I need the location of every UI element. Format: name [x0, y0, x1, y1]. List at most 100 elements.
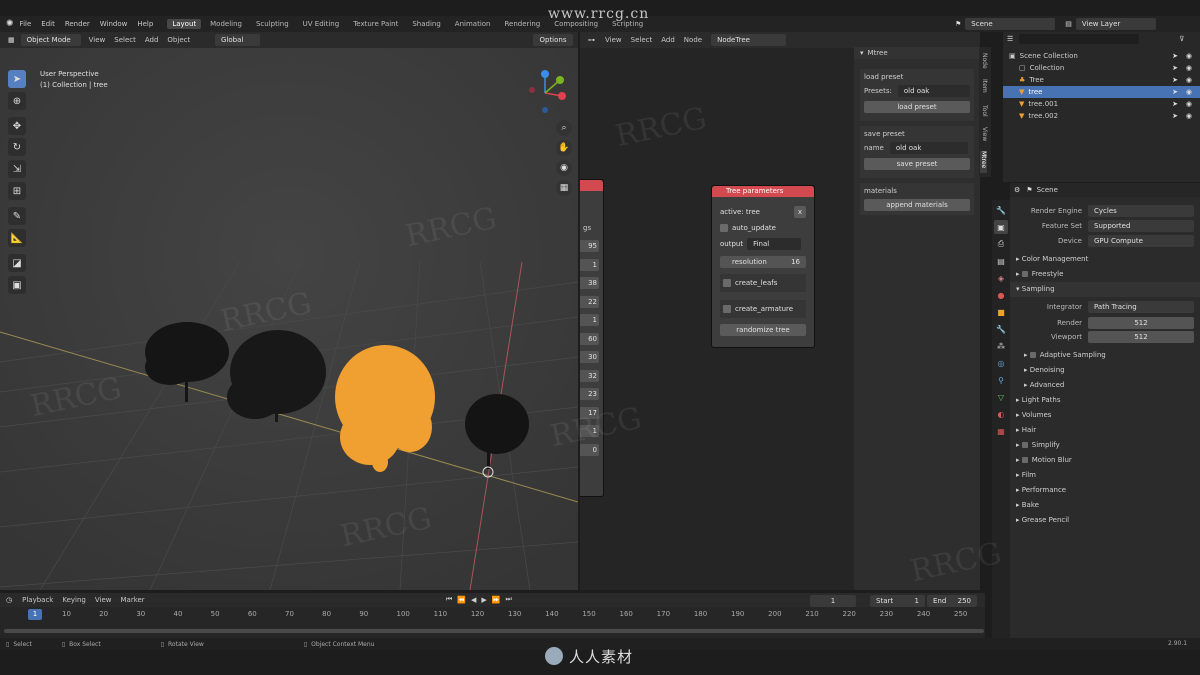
- auto-update-checkbox[interactable]: [720, 224, 728, 232]
- left-partial-node[interactable]: gs 95 1 38 22 1 60 30 32 23 17 1 0: [580, 179, 604, 497]
- preset-name-field[interactable]: old oak: [889, 142, 968, 154]
- properties-editor[interactable]: ⚙ ⚑ Scene Render Engine Cycles Feature S…: [1010, 183, 1200, 638]
- zoom-icon[interactable]: ⌕: [556, 120, 572, 136]
- panel-checkbox[interactable]: [1021, 442, 1028, 448]
- next-key-icon[interactable]: ⏩: [492, 596, 501, 604]
- selectable-arrow-icon[interactable]: ➤: [1172, 50, 1178, 62]
- particles-tab-icon[interactable]: ⁂: [994, 339, 1008, 353]
- left-node-value-field[interactable]: 23: [580, 388, 599, 400]
- tab-animation[interactable]: Animation: [450, 19, 496, 29]
- outliner-row[interactable]: ▣ Scene Collection ◉ ➤: [1003, 50, 1200, 62]
- outliner-search-input[interactable]: [1019, 34, 1140, 44]
- subpanel-denoising[interactable]: ▸ Denoising: [1010, 363, 1200, 378]
- view-layer-selector[interactable]: View Layer: [1075, 18, 1156, 30]
- node-menu-add[interactable]: Add: [661, 36, 675, 44]
- left-node-value-field[interactable]: 38: [580, 277, 599, 289]
- left-node-value-field[interactable]: 1: [580, 314, 599, 326]
- camera-icon[interactable]: ◉: [556, 160, 572, 176]
- timeline-scrollbar[interactable]: [4, 629, 984, 633]
- measure-tool-icon[interactable]: 📐: [8, 229, 26, 247]
- timeline-type-icon[interactable]: ◷: [6, 596, 12, 604]
- object-tab-icon[interactable]: ■: [994, 305, 1008, 319]
- view-layer-icon[interactable]: ▤: [1065, 20, 1072, 28]
- mode-selector[interactable]: Object Mode: [20, 34, 81, 46]
- transform-tool-icon[interactable]: ⊞: [8, 182, 26, 200]
- node-tree-name-field[interactable]: NodeTree: [711, 34, 787, 46]
- panel-color-management[interactable]: ▸ Color Management: [1010, 252, 1200, 267]
- jump-end-icon[interactable]: ⏭: [506, 595, 512, 604]
- viewport-menu-view[interactable]: View: [89, 36, 106, 44]
- outliner-row[interactable]: ♣ Tree ◉ ➤: [1003, 74, 1200, 86]
- texture-tab-icon[interactable]: ▦: [994, 424, 1008, 438]
- side-tab-tool[interactable]: Tool: [981, 105, 988, 121]
- visibility-eye-icon[interactable]: ◉: [1186, 50, 1192, 62]
- selectable-arrow-icon[interactable]: ➤: [1172, 62, 1178, 74]
- subpanel-advanced[interactable]: ▸ Advanced: [1010, 378, 1200, 393]
- play-reverse-icon[interactable]: ◀: [471, 596, 476, 604]
- add-object-tool-icon[interactable]: ▣: [8, 276, 26, 294]
- output-dropdown[interactable]: Final: [747, 238, 802, 250]
- panel-grease-pencil[interactable]: ▸ Grease Pencil: [1010, 513, 1200, 528]
- save-preset-button[interactable]: save preset: [864, 158, 970, 170]
- viewport-menu-select[interactable]: Select: [114, 36, 136, 44]
- left-node-value-field[interactable]: 60: [580, 332, 599, 345]
- create-armature-checkbox[interactable]: [723, 305, 731, 313]
- tree-parameters-node[interactable]: Tree parameters active: tree x auto_upda…: [711, 185, 815, 348]
- tab-modeling[interactable]: Modeling: [205, 19, 247, 29]
- subpanel-adaptive-sampling[interactable]: ▸ Adaptive Sampling: [1010, 348, 1200, 363]
- tab-shading[interactable]: Shading: [407, 19, 445, 29]
- left-node-value-field[interactable]: 30: [580, 351, 599, 363]
- node-menu-select[interactable]: Select: [631, 36, 653, 44]
- select-tool-icon[interactable]: ➤: [8, 70, 26, 88]
- play-icon[interactable]: ▶: [481, 596, 486, 604]
- outliner[interactable]: ☰ ⊽ ▣ Scene Collection ◉ ➤ ▢ Collection ◉ ➤ ♣ Tre…: [1003, 32, 1200, 182]
- view-layer-tab-icon[interactable]: ▤: [994, 254, 1008, 268]
- load-preset-button[interactable]: load preset: [864, 101, 970, 113]
- jump-start-icon[interactable]: ⏮: [446, 595, 452, 604]
- adaptive-sampling-checkbox[interactable]: [1029, 352, 1036, 358]
- visibility-eye-icon[interactable]: ◉: [1186, 86, 1192, 98]
- menu-render[interactable]: Render: [65, 20, 90, 28]
- material-tab-icon[interactable]: ◐: [994, 407, 1008, 421]
- panel-light-paths[interactable]: ▸ Light Paths: [1010, 393, 1200, 408]
- navigation-gizmo[interactable]: [520, 68, 570, 118]
- blender-logo-icon[interactable]: ✺: [6, 19, 14, 29]
- rotate-tool-icon[interactable]: ↻: [8, 138, 26, 156]
- tab-uv-editing[interactable]: UV Editing: [298, 19, 345, 29]
- selectable-arrow-icon[interactable]: ➤: [1172, 98, 1178, 110]
- visibility-eye-icon[interactable]: ◉: [1186, 98, 1192, 110]
- current-frame-field[interactable]: 1: [810, 595, 856, 607]
- visibility-eye-icon[interactable]: ◉: [1186, 110, 1192, 122]
- scene-tab-icon[interactable]: ◈: [994, 271, 1008, 285]
- viewport-samples-field[interactable]: 512: [1088, 331, 1194, 343]
- scene-icon[interactable]: ⚑: [955, 20, 961, 28]
- outliner-row[interactable]: ▼ tree.001 ◉ ➤: [1003, 98, 1200, 110]
- freestyle-checkbox[interactable]: [1021, 271, 1028, 277]
- node-menu-node[interactable]: Node: [684, 36, 702, 44]
- start-frame-field[interactable]: Start 1: [870, 595, 925, 607]
- panel-performance[interactable]: ▸ Performance: [1010, 483, 1200, 498]
- constraints-tab-icon[interactable]: ⚲: [994, 373, 1008, 387]
- node-menu-view[interactable]: View: [605, 36, 622, 44]
- menu-window[interactable]: Window: [100, 20, 128, 28]
- visibility-eye-icon[interactable]: ◉: [1186, 74, 1192, 86]
- timeline[interactable]: ◷ Playback Keying View Marker ⏮ ⏪ ◀ ▶ ⏩ …: [0, 593, 985, 638]
- tab-layout[interactable]: Layout: [167, 19, 202, 29]
- panel-film[interactable]: ▸ Film: [1010, 468, 1200, 483]
- transform-orientation[interactable]: Global: [215, 34, 260, 46]
- side-tab-mtree[interactable]: Mtree: [980, 151, 987, 173]
- integrator-dropdown[interactable]: Path Tracing: [1088, 300, 1194, 313]
- mtree-panel-header[interactable]: ▾ Mtree: [854, 47, 980, 59]
- tree-node-title[interactable]: Tree parameters: [712, 186, 814, 197]
- outliner-row[interactable]: ▼ tree ◉ ➤: [1003, 86, 1200, 98]
- selectable-arrow-icon[interactable]: ➤: [1172, 86, 1178, 98]
- side-tab-node[interactable]: Node: [981, 53, 988, 73]
- outliner-row[interactable]: ▼ tree.002 ◉ ➤: [1003, 110, 1200, 122]
- viewport-menu-add[interactable]: Add: [145, 36, 159, 44]
- panel-sampling[interactable]: ▾ Sampling: [1010, 282, 1200, 297]
- timeline-menu-view[interactable]: View: [95, 596, 112, 604]
- end-frame-field[interactable]: End 250: [927, 595, 977, 607]
- properties-type-icon[interactable]: ⚙: [1014, 186, 1020, 194]
- playhead-indicator[interactable]: 1: [28, 609, 42, 620]
- timeline-menu-marker[interactable]: Marker: [120, 596, 144, 604]
